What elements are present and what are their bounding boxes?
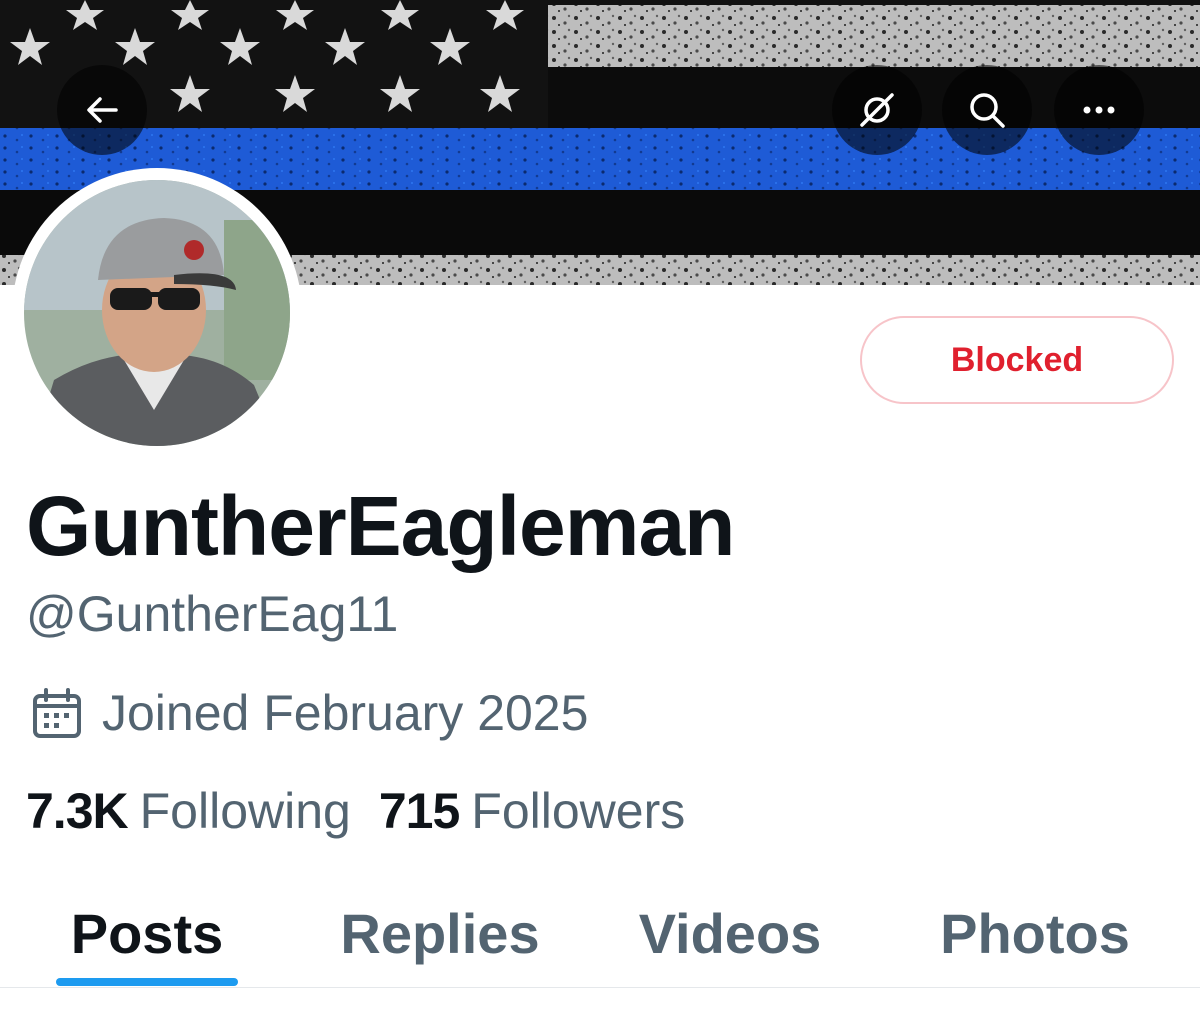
grok-icon xyxy=(860,93,894,127)
tab-videos[interactable]: Videos xyxy=(620,880,840,986)
tab-posts[interactable]: Posts xyxy=(56,880,238,986)
joined-text: Joined February 2025 xyxy=(102,685,589,741)
followers-link[interactable]: 715 Followers xyxy=(379,782,685,840)
grok-button[interactable] xyxy=(832,65,922,155)
back-button[interactable] xyxy=(57,65,147,155)
more-horizontal-icon xyxy=(1083,106,1115,114)
blocked-button[interactable]: Blocked xyxy=(860,316,1174,404)
more-options-button[interactable] xyxy=(1054,65,1144,155)
search-icon xyxy=(970,93,1005,128)
arrow-left-icon xyxy=(87,97,118,123)
profile-avatar[interactable] xyxy=(12,168,302,458)
follow-stats: 7.3K Following 715 Followers xyxy=(26,782,685,840)
calendar-icon xyxy=(33,688,81,738)
tab-photos[interactable]: Photos xyxy=(920,880,1150,986)
following-link[interactable]: 7.3K Following xyxy=(26,782,351,840)
following-label: Following xyxy=(139,783,351,839)
joined-date: Joined February 2025 xyxy=(30,684,588,742)
username-handle: @GuntherEag11 xyxy=(26,586,399,642)
tab-replies[interactable]: Replies xyxy=(320,880,560,986)
following-count: 7.3K xyxy=(26,783,129,839)
followers-label: Followers xyxy=(471,783,686,839)
display-name: GuntherEagleman xyxy=(26,479,735,573)
search-button[interactable] xyxy=(942,65,1032,155)
followers-count: 715 xyxy=(378,783,460,839)
active-tab-indicator xyxy=(56,978,238,986)
avatar-photo xyxy=(24,180,290,446)
profile-tabs: Posts Replies Videos Photos xyxy=(0,880,1200,988)
